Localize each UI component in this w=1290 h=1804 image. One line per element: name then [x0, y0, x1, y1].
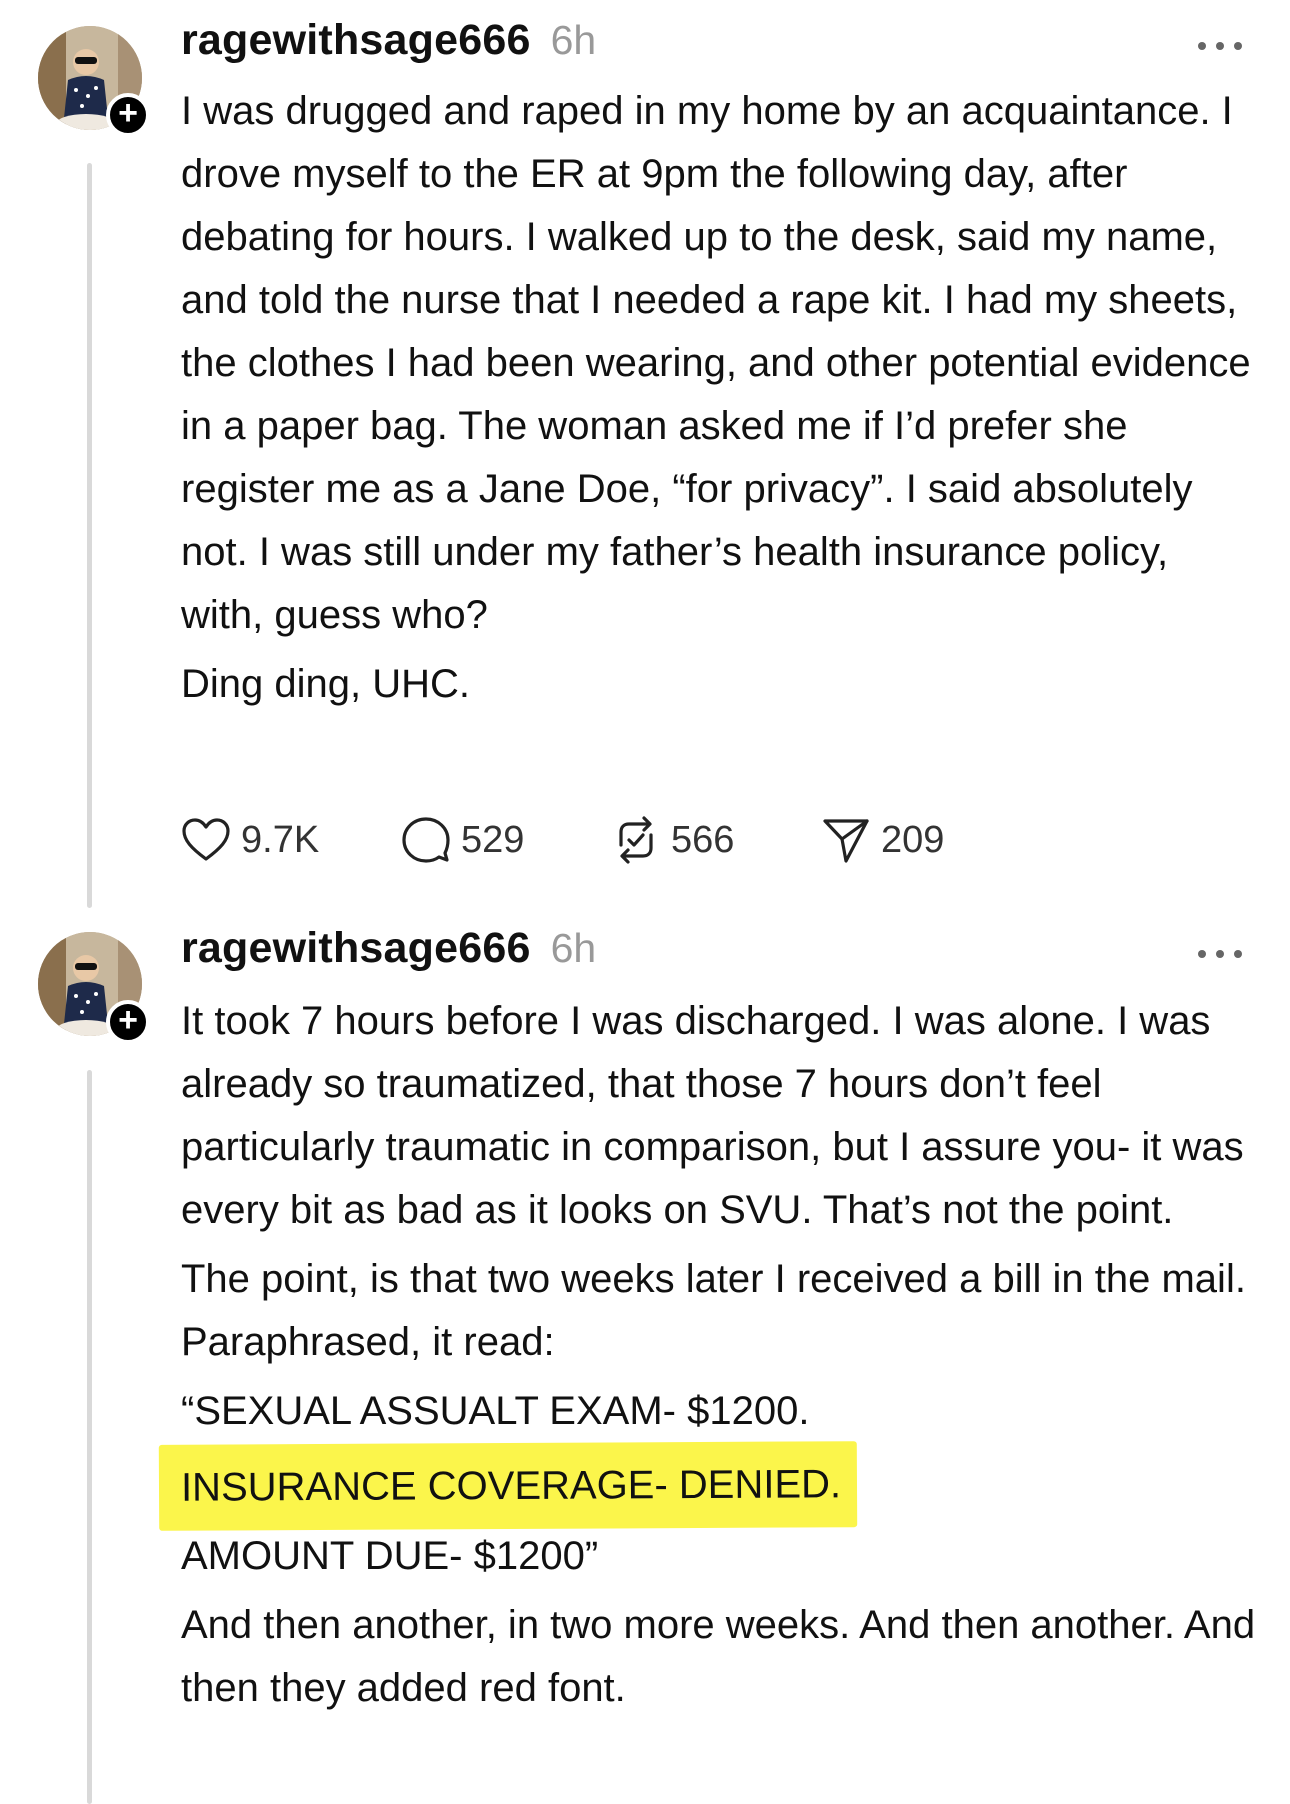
- follow-plus-icon[interactable]: +: [106, 93, 150, 137]
- repost-button[interactable]: 566: [611, 815, 821, 865]
- share-button[interactable]: 209: [821, 815, 1021, 865]
- username[interactable]: ragewithsage666: [181, 16, 531, 65]
- post-body: I was drugged and raped in my home by an…: [181, 80, 1261, 716]
- post-header: ragewithsage666 6h: [181, 16, 596, 70]
- like-button[interactable]: 9.7K: [181, 817, 401, 863]
- like-count: 9.7K: [241, 818, 320, 861]
- more-horizontal-icon[interactable]: [1198, 948, 1242, 960]
- action-bar: 9.7K 529 566 209: [181, 810, 1021, 870]
- repost-icon: [619, 816, 653, 864]
- post-paragraph: The point, is that two weeks later I rec…: [181, 1257, 1246, 1364]
- post-paragraph: Ding ding, UHC.: [181, 662, 471, 706]
- thread-line: [87, 163, 92, 908]
- post-body: It took 7 hours before I was discharged.…: [158, 990, 1261, 1720]
- highlighted-text: INSURANCE COVERAGE- DENIED.: [158, 1441, 858, 1531]
- username[interactable]: ragewithsage666: [181, 924, 531, 973]
- thread-line: [87, 1070, 92, 1804]
- post-paragraph: “SEXUAL ASSUALT EXAM- $1200.: [181, 1389, 810, 1433]
- share-count: 209: [881, 818, 945, 861]
- more-horizontal-icon[interactable]: [1198, 40, 1242, 52]
- post-header: ragewithsage666 6h: [181, 924, 596, 978]
- reply-count: 529: [461, 818, 525, 861]
- comment-bubble-icon: [402, 817, 450, 863]
- timestamp: 6h: [550, 17, 597, 63]
- post-paragraph: AMOUNT DUE- $1200”: [181, 1534, 599, 1578]
- post-paragraph: I was drugged and raped in my home by an…: [181, 89, 1251, 637]
- follow-plus-icon[interactable]: +: [106, 1000, 150, 1044]
- post-paragraph: It took 7 hours before I was discharged.…: [181, 999, 1244, 1232]
- send-icon: [823, 819, 869, 863]
- timestamp: 6h: [550, 925, 597, 971]
- heart-icon: [182, 818, 230, 861]
- reply-button[interactable]: 529: [401, 815, 611, 865]
- post-paragraph: And then another, in two more weeks. And…: [181, 1603, 1256, 1710]
- repost-count: 566: [671, 818, 735, 861]
